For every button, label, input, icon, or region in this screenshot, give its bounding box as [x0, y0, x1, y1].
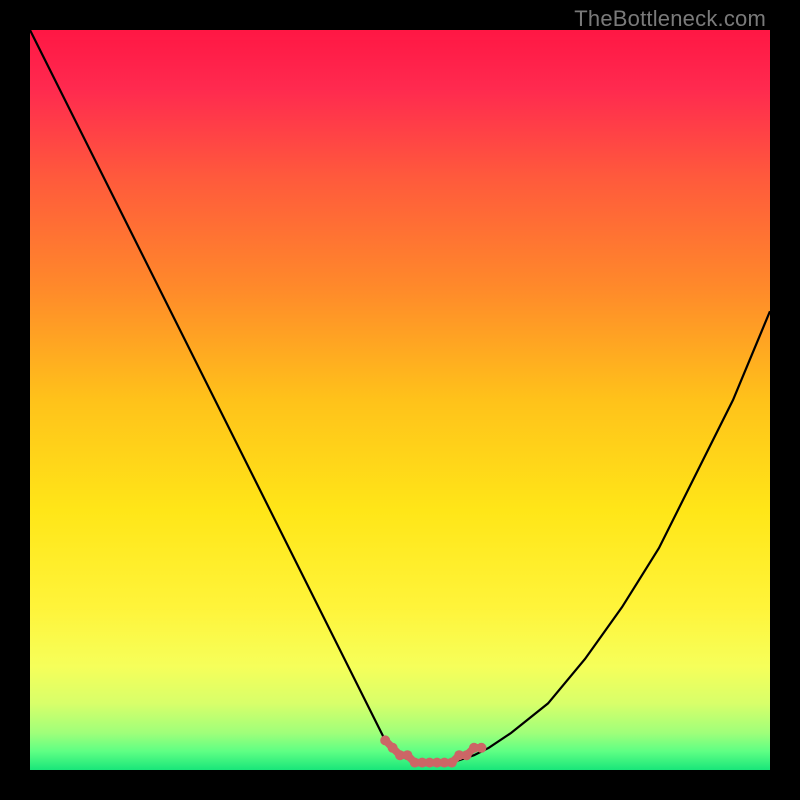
marker-dot — [476, 743, 486, 753]
marker-dot — [447, 758, 457, 768]
optimal-band-marker — [380, 735, 486, 767]
watermark-text: TheBottleneck.com — [574, 6, 766, 32]
marker-dot — [380, 735, 390, 745]
plot-area — [30, 30, 770, 770]
marker-dot — [388, 743, 398, 753]
curve-layer — [30, 30, 770, 770]
marker-dot — [402, 750, 412, 760]
bottleneck-curve — [30, 30, 770, 763]
marker-dot — [462, 750, 472, 760]
chart-frame: TheBottleneck.com — [0, 0, 800, 800]
